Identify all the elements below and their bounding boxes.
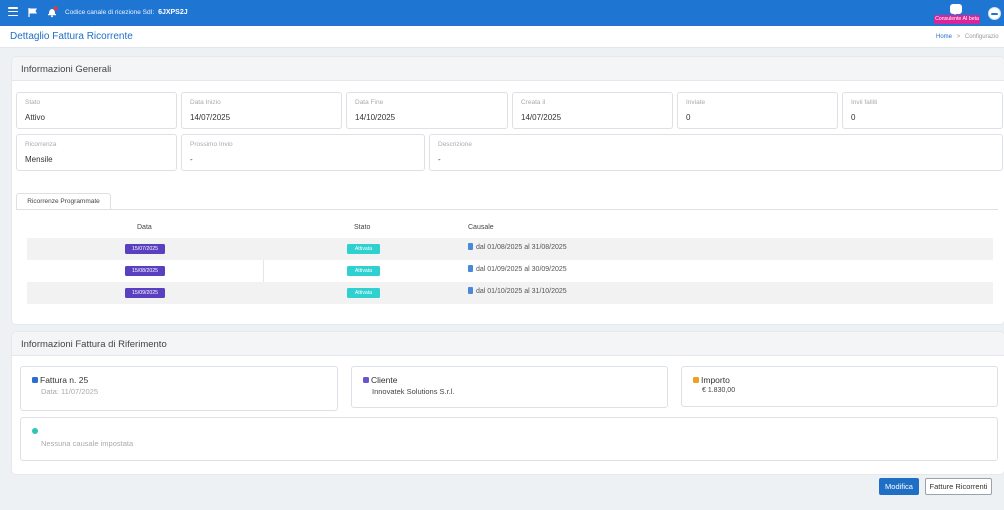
importo-label: Importo	[701, 375, 730, 385]
status-badge: Attivata	[347, 244, 380, 254]
field-inviate: Inviate 0	[677, 92, 838, 129]
top-bar: Codice canale di ricezione SdI: 6JXPS2J …	[0, 0, 1004, 26]
info-generali-title: Informazioni Generali	[21, 64, 112, 75]
field-label: Stato	[25, 99, 41, 106]
field-prossimo-invio: Prossimo Invio -	[181, 134, 425, 171]
tab-ricorrenze-programmate[interactable]: Ricorrenze Programmate	[16, 193, 111, 209]
card-header: Informazioni Fattura di Riferimento	[12, 332, 1004, 356]
calendar-icon	[468, 265, 473, 272]
field-value: Attivo	[25, 113, 46, 122]
importo-heading: Importo	[693, 375, 730, 385]
table-row: 15/07/2025 Attivata dal 01/08/2025 al 31…	[27, 238, 993, 260]
status-badge: Attivata	[347, 288, 380, 298]
field-label: Inviate	[686, 99, 706, 106]
page-title: Dettaglio Fattura Ricorrente	[10, 31, 133, 42]
bell-icon[interactable]	[46, 6, 58, 18]
field-ricorrenza: Ricorrenza Mensile	[16, 134, 177, 171]
breadcrumb-home[interactable]: Home	[936, 34, 952, 40]
user-icon	[363, 377, 369, 383]
field-value: Mensile	[25, 155, 53, 164]
field-stato: Stato Attivo	[16, 92, 177, 129]
field-invii-falliti: Invii falliti 0	[842, 92, 1003, 129]
sdi-channel-code: Codice canale di ricezione SdI: 6JXPS2J	[65, 9, 188, 16]
field-creata-il: Creata il 14/07/2025	[512, 92, 673, 129]
fattura-heading: Fattura n. 25	[32, 375, 88, 385]
cliente-value: Innovatek Solutions S.r.l.	[372, 387, 455, 396]
causale-value: dal 01/09/2025 al 30/09/2025	[476, 266, 567, 273]
briefcase-icon	[32, 377, 38, 383]
user-avatar-icon[interactable]	[988, 7, 1001, 20]
causale-text: dal 01/08/2025 al 31/08/2025	[468, 243, 567, 251]
consulente-ai-label: Consulente AI beta	[934, 15, 980, 24]
causale-empty-text: Nessuna causale impostata	[41, 439, 134, 448]
fattura-riferimento-title: Informazioni Fattura di Riferimento	[21, 339, 167, 350]
breadcrumb-separator: >	[956, 34, 961, 40]
flag-icon[interactable]	[28, 8, 38, 17]
table-row: 15/09/2025 Attivata dal 01/10/2025 al 31…	[27, 282, 993, 304]
field-value: -	[438, 155, 441, 164]
field-data-inizio: Data Inizio 14/07/2025	[181, 92, 342, 129]
field-label: Ricorrenza	[25, 141, 57, 148]
field-label: Prossimo Invio	[190, 141, 233, 148]
fattura-box: Fattura n. 25 Data: 11/07/2025	[20, 366, 338, 411]
field-value: 14/10/2025	[355, 113, 396, 122]
field-value: 0	[851, 113, 856, 122]
sdi-channel-label: Codice canale di ricezione SdI:	[65, 9, 155, 16]
field-data-fine: Data Fine 14/10/2025	[346, 92, 508, 129]
cliente-heading: Cliente	[363, 375, 397, 385]
calendar-icon	[468, 243, 473, 250]
importo-box: Importo € 1.830,00	[681, 366, 998, 407]
hamburger-icon[interactable]	[8, 7, 18, 17]
table-row: 15/08/2025 Attivata dal 01/09/2025 al 30…	[27, 260, 993, 282]
field-descrizione: Descrizione -	[429, 134, 1003, 171]
field-label: Creata il	[521, 99, 546, 106]
date-badge: 15/08/2025	[125, 266, 165, 276]
causale-text: dal 01/10/2025 al 31/10/2025	[468, 287, 567, 295]
info-icon	[32, 428, 38, 434]
field-label: Invii falliti	[851, 99, 878, 106]
tab-divider	[16, 209, 998, 210]
sdi-channel-value: 6JXPS2J	[158, 9, 188, 16]
column-header-data: Data	[137, 224, 152, 231]
cliente-label: Cliente	[371, 375, 398, 385]
field-label: Data Inizio	[190, 99, 221, 106]
chat-bubble-icon	[950, 4, 962, 15]
date-badge: 15/09/2025	[125, 288, 165, 298]
cliente-box: Cliente Innovatek Solutions S.r.l.	[351, 366, 668, 408]
page-header: Dettaglio Fattura Ricorrente Home > Conf…	[0, 26, 1004, 48]
column-divider	[263, 260, 264, 282]
fatture-ricorrenti-button[interactable]: Fatture Ricorrenti	[925, 478, 992, 495]
modifica-button[interactable]: Modifica	[879, 478, 919, 495]
causale-box: Nessuna causale impostata	[20, 417, 998, 461]
status-badge: Attivata	[347, 266, 380, 276]
date-badge: 15/07/2025	[125, 244, 165, 254]
causale-value: dal 01/08/2025 al 31/08/2025	[476, 244, 567, 251]
field-label: Descrizione	[438, 141, 472, 148]
consulente-ai-button[interactable]: Consulente AI beta	[934, 4, 980, 24]
breadcrumb-current: Configurazio	[964, 34, 999, 40]
causale-value: dal 01/10/2025 al 31/10/2025	[476, 288, 567, 295]
coins-icon	[693, 377, 699, 383]
field-value: 0	[686, 113, 691, 122]
field-value: 14/07/2025	[190, 113, 231, 122]
causale-text: dal 01/09/2025 al 30/09/2025	[468, 265, 567, 273]
column-header-stato: Stato	[354, 224, 371, 231]
breadcrumb: Home > Configurazio	[936, 34, 999, 40]
calendar-icon	[468, 287, 473, 294]
causale-heading	[32, 426, 40, 436]
fattura-date: Data: 11/07/2025	[41, 387, 98, 396]
card-header: Informazioni Generali	[12, 57, 1004, 81]
column-header-causale: Causale	[468, 224, 494, 231]
field-value: 14/07/2025	[521, 113, 562, 122]
field-value: -	[190, 155, 193, 164]
importo-value: € 1.830,00	[702, 387, 736, 394]
fattura-number: Fattura n. 25	[40, 375, 89, 385]
field-label: Data Fine	[355, 99, 384, 106]
